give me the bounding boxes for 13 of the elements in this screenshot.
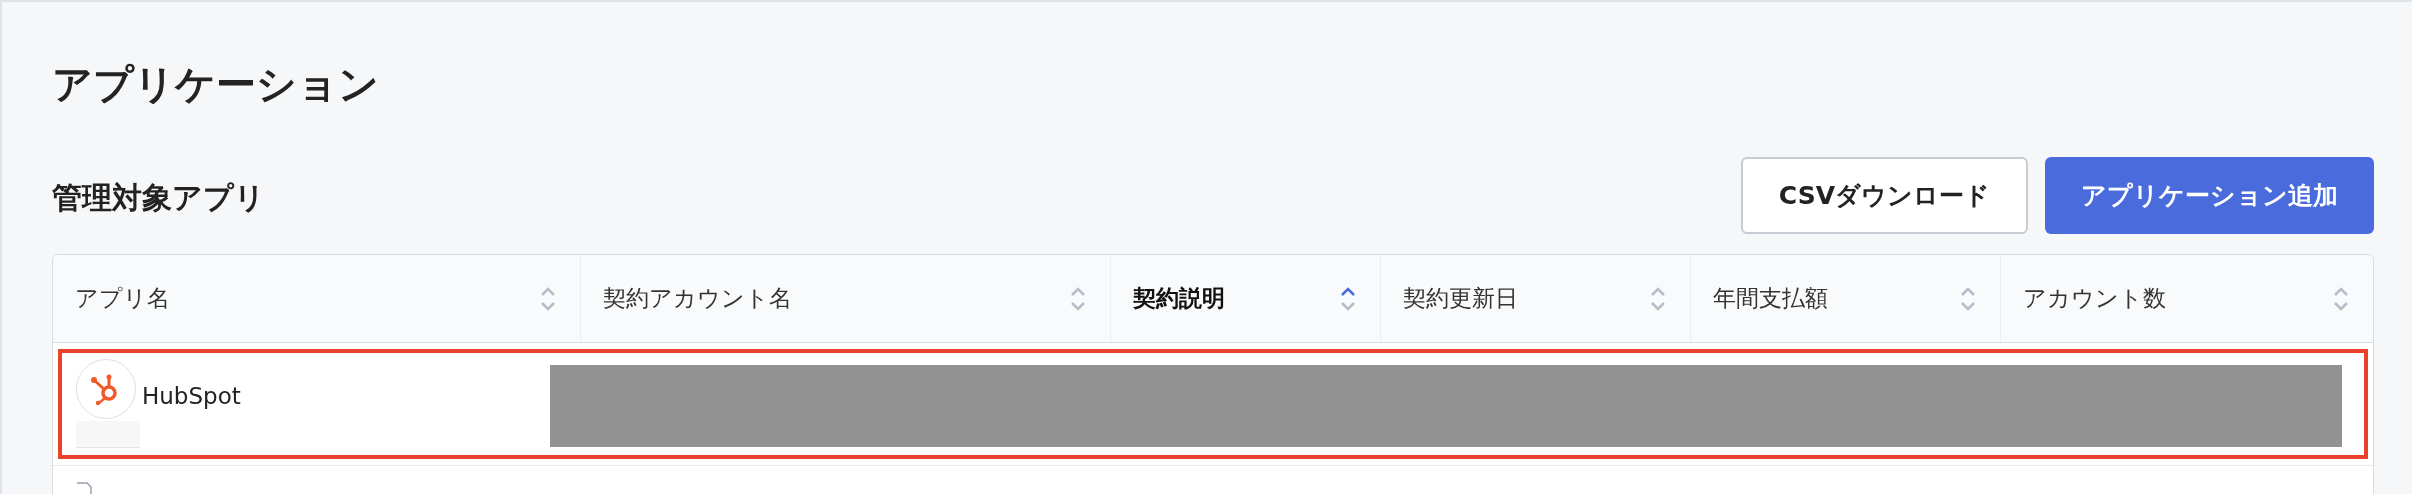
csv-download-button[interactable]: CSVダウンロード	[1740, 157, 2028, 234]
column-header: アプリ名	[75, 284, 170, 314]
add-application-button[interactable]: アプリケーション追加	[2045, 157, 2374, 234]
column-header: 契約更新日	[1403, 284, 1518, 314]
section-title: 管理対象アプリ	[52, 179, 265, 217]
logo-placeholder	[76, 421, 140, 448]
app-name: HubSpot	[142, 382, 241, 411]
column-header: アカウント数	[2023, 284, 2166, 314]
column-header: 年間支払額	[1713, 284, 1828, 314]
document-icon	[75, 482, 93, 494]
page-title: アプリケーション	[52, 60, 380, 109]
column-header: 契約説明	[1133, 284, 1225, 314]
column-header: 契約アカウント名	[603, 284, 792, 314]
